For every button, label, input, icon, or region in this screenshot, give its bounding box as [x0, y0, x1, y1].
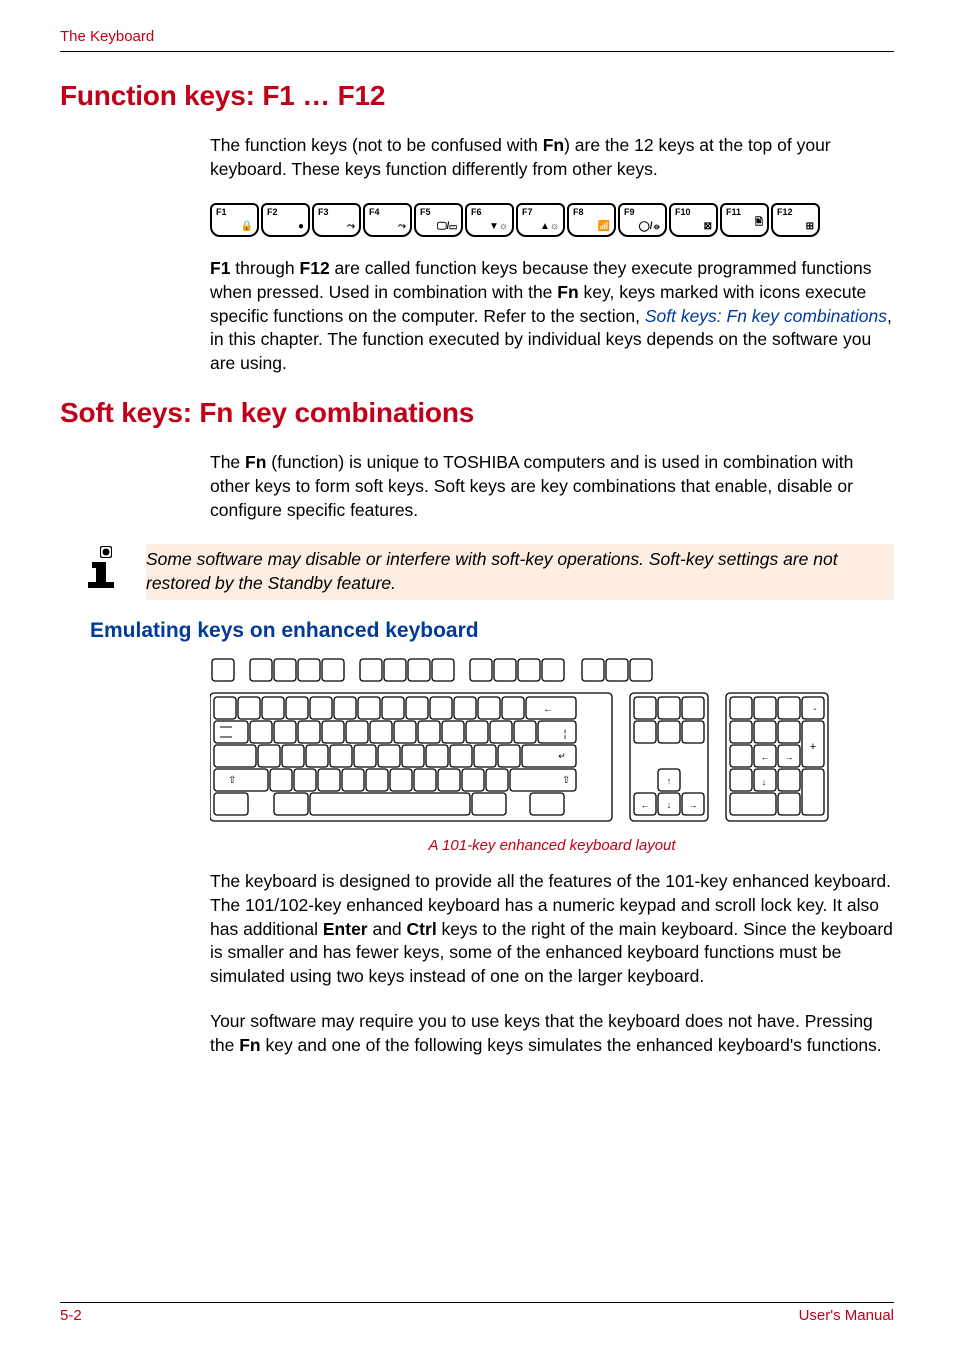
hibernate-icon: ⤳	[398, 221, 406, 232]
para-software-require: Your software may require you to use key…	[210, 1010, 894, 1057]
info-icon	[82, 544, 130, 601]
standby-icon: ⤳	[347, 221, 355, 232]
key-label: F9	[624, 207, 635, 217]
key-f3: F3 ⤳	[312, 203, 361, 237]
scroll-lock-icon: ⊞	[806, 221, 814, 232]
key-f8: F8 📶	[567, 203, 616, 237]
text: The function keys (not to be confused wi…	[210, 135, 543, 155]
key-label: F5	[420, 207, 431, 217]
key-label: F2	[267, 207, 278, 217]
kbd-f1: F1	[210, 258, 230, 278]
svg-text:↵: ↵	[558, 751, 566, 761]
key-f1: F1 🔒	[210, 203, 259, 237]
svg-text:⇧: ⇧	[562, 775, 570, 786]
key-f6: F6 ▼☼	[465, 203, 514, 237]
key-f12: F12 ⊞	[771, 203, 820, 237]
kbd-fn: Fn	[543, 135, 564, 155]
svg-text:←: ←	[641, 800, 650, 810]
svg-text:↓: ↓	[762, 777, 767, 787]
svg-text:+: +	[810, 741, 816, 753]
running-header: The Keyboard	[60, 28, 894, 45]
footer-rule	[60, 1302, 894, 1303]
kbd-fn: Fn	[239, 1035, 260, 1055]
key-f11: F11 🖹	[720, 203, 769, 237]
key-f7: F7 ▲☼	[516, 203, 565, 237]
key-f4: F4 ⤳	[363, 203, 412, 237]
key-label: F6	[471, 207, 482, 217]
text: (function) is unique to TOSHIBA computer…	[210, 452, 853, 519]
text: key and one of the following keys simula…	[261, 1035, 882, 1055]
manual-title: User's Manual	[799, 1307, 894, 1324]
key-label: F7	[522, 207, 533, 217]
svg-text:←: ←	[543, 704, 553, 715]
key-f9: F9 ◯/⦵	[618, 203, 667, 237]
kbd-f12: F12	[300, 258, 330, 278]
power-icon: ●	[298, 221, 304, 232]
kbd-fn: Fn	[245, 452, 266, 472]
svg-text:→: →	[689, 800, 698, 810]
numeric-mode-icon: 🖹	[755, 215, 763, 232]
link-soft-keys[interactable]: Soft keys: Fn key combinations	[645, 306, 887, 326]
key-f10: F10 ⊠	[669, 203, 718, 237]
key-f2: F2 ●	[261, 203, 310, 237]
touchpad-icon: ◯/⦵	[639, 221, 661, 232]
function-key-row-figure: F1 🔒 F2 ● F3 ⤳ F4 ⤳ F5 🖵/▭ F6 ▼☼ F7 ▲☼ F8 📶 F9 ◯/…	[210, 203, 894, 237]
text: through	[230, 258, 299, 278]
key-label: F4	[369, 207, 380, 217]
svg-text:¦: ¦	[564, 729, 567, 740]
svg-text:↑: ↑	[667, 776, 672, 786]
display-icon: 🖵/▭	[437, 221, 457, 232]
brightness-down-icon: ▼☼	[489, 221, 508, 232]
para-function-keys-desc: F1 through F12 are called function keys …	[210, 257, 894, 375]
kbd-fn: Fn	[557, 282, 578, 302]
arrow-mode-icon: ⊠	[704, 221, 712, 232]
svg-text:⇧: ⇧	[228, 775, 236, 786]
lock-icon: 🔒	[241, 221, 253, 232]
page-number: 5-2	[60, 1307, 82, 1324]
kbd-enter: Enter	[323, 919, 368, 939]
heading-soft-keys: Soft keys: Fn key combinations	[60, 397, 894, 429]
note-callout: Some software may disable or interfere w…	[82, 544, 894, 601]
page-footer: 5-2 User's Manual	[60, 1302, 894, 1324]
key-label: F3	[318, 207, 329, 217]
key-label: F11	[726, 207, 741, 217]
heading-emulating-keys: Emulating keys on enhanced keyboard	[90, 619, 894, 643]
keyboard-layout-figure: ← ¦ ↵ ⇧ ⇧ ↑	[210, 657, 894, 827]
svg-text:→: →	[785, 752, 794, 762]
svg-text:-: -	[813, 704, 816, 715]
para-emulating-desc: The keyboard is designed to provide all …	[210, 870, 894, 988]
note-text: Some software may disable or interfere w…	[146, 544, 894, 599]
kbd-ctrl: Ctrl	[407, 919, 437, 939]
heading-function-keys: Function keys: F1 … F12	[60, 80, 894, 112]
key-label: F1	[216, 207, 227, 217]
para-soft-keys-intro: The Fn (function) is unique to TOSHIBA c…	[210, 451, 894, 522]
figure-caption: A 101-key enhanced keyboard layout	[210, 837, 894, 854]
text: The	[210, 452, 245, 472]
key-label: F10	[675, 207, 691, 217]
key-label: F8	[573, 207, 584, 217]
brightness-up-icon: ▲☼	[540, 221, 559, 232]
key-f5: F5 🖵/▭	[414, 203, 463, 237]
para-function-keys-intro: The function keys (not to be confused wi…	[210, 134, 894, 181]
key-label: F12	[777, 207, 793, 217]
svg-text:↓: ↓	[667, 800, 672, 810]
svg-text:←: ←	[761, 752, 770, 762]
text: and	[368, 919, 407, 939]
wireless-icon: 📶	[598, 221, 610, 232]
header-rule	[60, 51, 894, 52]
